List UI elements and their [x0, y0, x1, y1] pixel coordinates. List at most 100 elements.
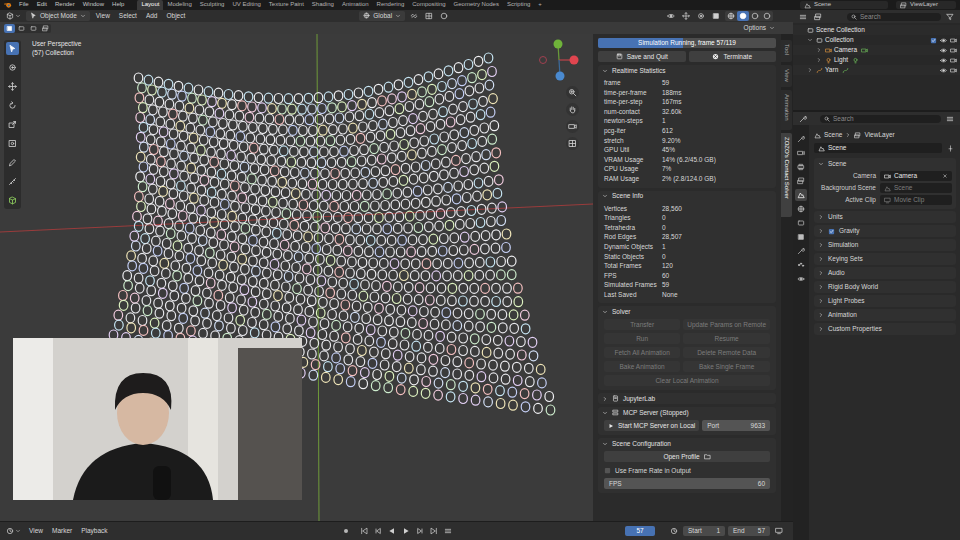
- preview-range-button[interactable]: [668, 526, 680, 536]
- timeline-menu[interactable]: Playback: [78, 527, 110, 535]
- end-frame-field[interactable]: End57: [728, 526, 770, 536]
- open-profile-button[interactable]: Open Profile: [604, 451, 770, 462]
- wireframe-shading-button[interactable]: [725, 11, 737, 21]
- 3d-viewport[interactable]: User Perspective(57) Collection: [0, 34, 593, 521]
- gizmo-button[interactable]: [680, 11, 692, 21]
- z-axis-handle[interactable]: [556, 72, 565, 81]
- tool-button[interactable]: [6, 118, 19, 131]
- scene-name-field[interactable]: Scene: [814, 143, 942, 153]
- object-data[interactable]: [852, 57, 859, 64]
- editor-type-button[interactable]: [797, 114, 809, 124]
- properties-tab[interactable]: [795, 203, 807, 215]
- render-toggle[interactable]: [950, 57, 957, 64]
- hide-toggle[interactable]: [940, 67, 947, 74]
- select-invert-button[interactable]: [40, 24, 51, 33]
- display-mode-button[interactable]: [812, 12, 824, 22]
- outliner-item[interactable]: Scene Collection: [793, 25, 960, 35]
- collapsed-panel[interactable]: Simulation: [814, 239, 956, 251]
- add-workspace-button[interactable]: +: [534, 0, 546, 10]
- clear-button[interactable]: [942, 173, 948, 179]
- outliner-item[interactable]: Light: [793, 55, 960, 65]
- object-data[interactable]: [842, 67, 849, 74]
- collapsed-panel[interactable]: Gravity: [814, 225, 956, 237]
- mode-dropdown[interactable]: Object Mode: [26, 11, 90, 21]
- render-toggle[interactable]: [950, 67, 957, 74]
- collapsed-panel[interactable]: Animation: [814, 309, 956, 321]
- workspace-tab[interactable]: Geometry Nodes: [450, 0, 503, 10]
- proportional-button[interactable]: [438, 11, 450, 21]
- expand-toggle[interactable]: [816, 47, 823, 53]
- pivot-button[interactable]: [408, 11, 420, 21]
- tool-button[interactable]: [6, 137, 19, 150]
- select-new-button[interactable]: [4, 24, 15, 33]
- properties-tab[interactable]: [795, 147, 807, 159]
- workspace-tab[interactable]: Compositing: [408, 0, 449, 10]
- expand-toggle[interactable]: [807, 67, 814, 73]
- menu-item[interactable]: File: [16, 1, 32, 8]
- y-axis-handle[interactable]: [554, 40, 563, 49]
- expand-toggle[interactable]: [807, 37, 814, 43]
- outliner-item[interactable]: Collection: [793, 35, 960, 45]
- workspace-tab[interactable]: Layout: [137, 0, 163, 10]
- snap-button[interactable]: [423, 11, 435, 21]
- overlay-button[interactable]: [695, 11, 707, 21]
- material-shading-button[interactable]: [749, 11, 761, 21]
- workspace-tab[interactable]: UV Editing: [228, 0, 264, 10]
- tool-button[interactable]: [6, 175, 19, 188]
- panel-header[interactable]: Realtime Statistics: [598, 65, 776, 76]
- visibility-button[interactable]: [665, 11, 677, 21]
- timeline-menu[interactable]: Marker: [49, 527, 75, 535]
- tool-button[interactable]: [6, 99, 19, 112]
- editor-type-button[interactable]: [4, 11, 23, 21]
- collapsed-panel[interactable]: Keying Sets: [814, 253, 956, 265]
- workspace-tab[interactable]: Scripting: [503, 0, 534, 10]
- tool-button[interactable]: [6, 42, 19, 55]
- panel-header[interactable]: MCP Server (Stopped): [598, 407, 776, 418]
- scene-selector[interactable]: Scene: [800, 1, 888, 9]
- camera-view-button[interactable]: [566, 120, 579, 133]
- hide-toggle[interactable]: [940, 37, 947, 44]
- collapsed-panel[interactable]: Custom Properties: [814, 323, 956, 335]
- workspace-tab[interactable]: Texture Paint: [265, 0, 308, 10]
- property-field[interactable]: Camera: [880, 171, 952, 181]
- menu-item[interactable]: Render: [52, 1, 78, 8]
- panel-header[interactable]: Scene Configuration: [598, 438, 776, 449]
- collapsed-panel[interactable]: Units: [814, 211, 956, 223]
- properties-tab[interactable]: [795, 175, 807, 187]
- terminate-button[interactable]: Terminate: [689, 51, 777, 62]
- navigation-gizmo[interactable]: [536, 36, 582, 82]
- render-toggle[interactable]: [950, 47, 957, 54]
- solid-shading-button[interactable]: [737, 11, 749, 21]
- save-and-quit-button[interactable]: Save and Quit: [598, 51, 686, 62]
- blender-menu[interactable]: [4, 1, 12, 9]
- workspace-tab[interactable]: Rendering: [373, 0, 409, 10]
- jump-end-button[interactable]: [428, 526, 440, 536]
- collapsed-panel[interactable]: Light Probes: [814, 295, 956, 307]
- port-field[interactable]: Port9633: [702, 420, 770, 431]
- workspace-tab[interactable]: Shading: [308, 0, 338, 10]
- ortho-button[interactable]: [566, 137, 579, 150]
- properties-search[interactable]: Search: [820, 115, 941, 123]
- viewport-menu[interactable]: Select: [116, 12, 140, 20]
- property-field[interactable]: Movie Clip: [880, 195, 952, 205]
- workspace-tab[interactable]: Animation: [338, 0, 373, 10]
- workspace-tab[interactable]: Sculpting: [196, 0, 229, 10]
- viewport-menu[interactable]: Add: [143, 12, 161, 20]
- properties-tab[interactable]: [795, 231, 807, 243]
- options-dropdown[interactable]: Options: [740, 23, 779, 33]
- properties-tab[interactable]: [795, 133, 807, 145]
- sidebar-tab[interactable]: View: [781, 65, 792, 87]
- panel-header[interactable]: Solver: [598, 306, 776, 317]
- render-toggle[interactable]: [950, 37, 957, 44]
- collapsed-panel[interactable]: Audio: [814, 267, 956, 279]
- zoom-button[interactable]: [566, 86, 579, 99]
- orientation-dropdown[interactable]: Global: [359, 11, 405, 21]
- menu-item[interactable]: Edit: [34, 1, 50, 8]
- play-button[interactable]: [400, 526, 412, 536]
- properties-tab[interactable]: [795, 189, 807, 201]
- pan-button[interactable]: [566, 103, 579, 116]
- pin-button[interactable]: [945, 144, 956, 153]
- previous-keyframe-button[interactable]: [372, 526, 384, 536]
- workspace-tab[interactable]: Modeling: [163, 0, 195, 10]
- select-extend-button[interactable]: [16, 24, 27, 33]
